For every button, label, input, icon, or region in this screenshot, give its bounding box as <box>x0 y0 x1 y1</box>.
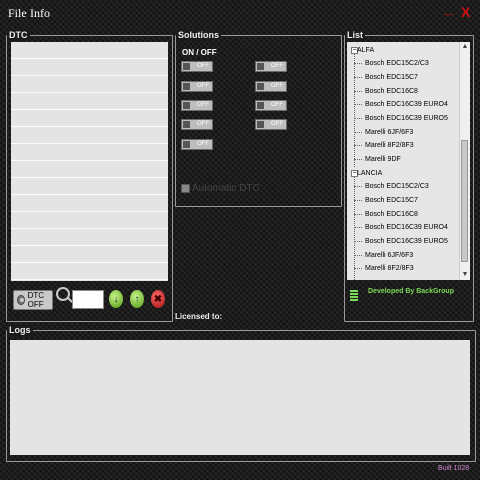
solution-toggle[interactable]: OFF <box>181 100 213 111</box>
list-group-title: List <box>345 29 366 41</box>
tree-item[interactable]: Marelli 8F2/8F3 <box>365 262 414 275</box>
checkbox-icon <box>181 184 190 193</box>
tree-item[interactable]: Marelli 8F2/8F3 <box>365 139 414 152</box>
tree-item[interactable]: Bosch EDC15C7 <box>365 194 418 207</box>
delete-button[interactable]: ✖ <box>151 290 165 308</box>
solution-toggle[interactable]: OFF <box>181 139 213 150</box>
close-button[interactable]: X <box>461 4 470 20</box>
scroll-up-icon[interactable]: ▲ <box>460 42 470 52</box>
tree-line <box>354 200 362 201</box>
ecu-tree-list[interactable]: − ALFA Bosch EDC15C2/C3 Bosch EDC15C7 Bo… <box>347 42 470 280</box>
tree-line <box>354 118 362 119</box>
dtc-group-title: DTC <box>7 29 30 41</box>
tree-line <box>354 104 362 105</box>
tree-line <box>354 186 362 187</box>
tree-item[interactable]: Bosch EDC16C8 <box>365 85 418 98</box>
scroll-thumb[interactable] <box>461 140 468 262</box>
logs-group-title: Logs <box>7 324 33 336</box>
tree-item[interactable]: Marelli 6JF/6F3 <box>365 126 413 139</box>
tree-item[interactable]: Bosch EDC16C39 EURO5 <box>365 112 448 125</box>
tree-line <box>354 241 362 242</box>
tree-line <box>354 63 362 64</box>
solutions-group-title: Solutions <box>176 29 221 41</box>
tree-line <box>354 159 362 160</box>
move-up-button[interactable]: ↑ <box>130 290 144 308</box>
menu-info[interactable]: Info <box>30 6 50 21</box>
tree-item[interactable]: Bosch EDC16C8 <box>365 208 418 221</box>
bars-icon <box>350 290 358 302</box>
automatic-dtc-checkbox[interactable]: Automatic DTC <box>181 183 260 194</box>
tree-group-alfa[interactable]: ALFA <box>357 44 374 57</box>
dtc-off-button[interactable]: DTC OFF <box>13 290 53 310</box>
dtc-search-input[interactable] <box>72 290 104 309</box>
tree-line <box>354 255 362 256</box>
dtc-list[interactable] <box>11 42 168 281</box>
developed-by-label: Developed By BackGroup <box>368 288 454 295</box>
tree-item[interactable]: Bosch EDC16C39 EURO5 <box>365 235 448 248</box>
tree-item[interactable]: Bosch EDC16C39 EURO4 <box>365 98 448 111</box>
tree-line <box>354 268 362 269</box>
tree-line <box>354 91 362 92</box>
x-icon: ✖ <box>153 293 163 305</box>
tree-line <box>354 145 362 146</box>
tree-line <box>354 172 355 280</box>
tree-line <box>354 132 362 133</box>
list-scrollbar[interactable]: ▲ ▼ <box>459 42 470 280</box>
solution-toggle[interactable]: OFF <box>255 61 287 72</box>
minimize-button[interactable]: _ <box>444 0 453 18</box>
tree-line <box>354 52 355 167</box>
automatic-dtc-label: Automatic DTC <box>192 183 260 194</box>
tree-item[interactable]: Bosch EDC15C7 <box>365 71 418 84</box>
tree-item[interactable]: Bosch EDC15C2/C3 <box>365 57 429 70</box>
arrow-up-icon: ↑ <box>134 293 140 305</box>
menu-file[interactable]: File <box>8 6 27 21</box>
licensed-to-label: Licensed to: <box>175 312 223 321</box>
solution-toggle[interactable]: OFF <box>181 81 213 92</box>
move-down-button[interactable]: ↓ <box>109 290 123 308</box>
search-icon[interactable] <box>56 287 70 301</box>
tree-group-lancia[interactable]: LANCIA <box>357 167 382 180</box>
tree-line <box>354 227 362 228</box>
tree-line <box>354 214 362 215</box>
logs-textarea[interactable] <box>10 340 470 455</box>
build-label: Built 1028 <box>438 465 470 472</box>
tree-item[interactable]: Bosch EDC15C2/C3 <box>365 180 429 193</box>
tree-item[interactable]: Marelli 6JF/6F3 <box>365 249 413 262</box>
solution-toggle[interactable]: OFF <box>255 100 287 111</box>
solution-toggle[interactable]: OFF <box>255 119 287 130</box>
dtc-off-label: DTC OFF <box>27 291 45 309</box>
tree-line <box>354 77 362 78</box>
solution-toggle[interactable]: OFF <box>181 61 213 72</box>
solution-toggle[interactable]: OFF <box>255 81 287 92</box>
tree-item[interactable]: Bosch EDC16C39 EURO4 <box>365 221 448 234</box>
tree-item[interactable]: Marelli 9DF <box>365 153 401 166</box>
power-icon <box>17 295 25 305</box>
on-off-header: ON / OFF <box>182 48 217 57</box>
scroll-down-icon[interactable]: ▼ <box>460 270 470 280</box>
arrow-down-icon: ↓ <box>113 293 119 305</box>
solution-toggle[interactable]: OFF <box>181 119 213 130</box>
menu-bar: File Info _ X <box>0 0 480 26</box>
